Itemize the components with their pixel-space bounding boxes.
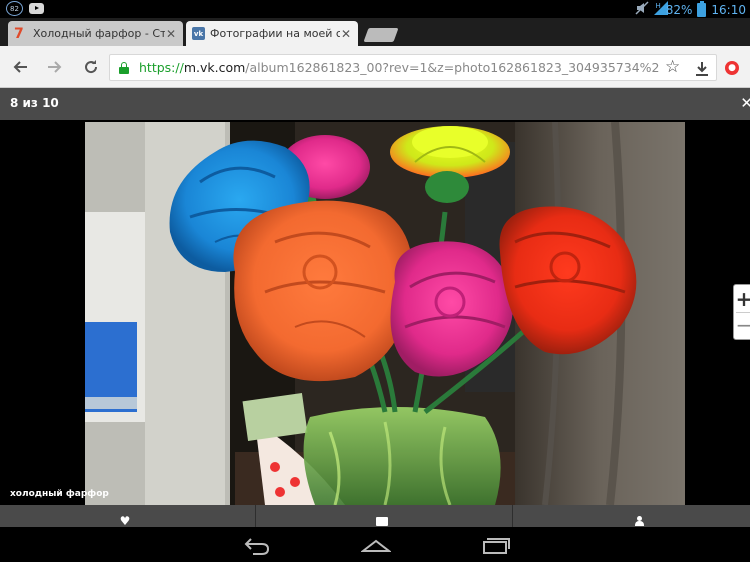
- url-text[interactable]: https://m.vk.com/album162861823_00?rev=1…: [139, 60, 659, 75]
- action-divider: [512, 505, 513, 527]
- android-nav-bar: [0, 527, 750, 562]
- battery-icon: [697, 0, 707, 17]
- comment-icon: [376, 517, 388, 526]
- system-back-icon[interactable]: [243, 535, 273, 555]
- zoom-in-button[interactable]: +: [734, 287, 750, 311]
- forward-arrow-icon[interactable]: [44, 56, 66, 78]
- clock: 16:10: [711, 2, 746, 17]
- site-7ya-favicon-icon: 7: [14, 25, 24, 42]
- photo-counter: 8 из 10: [10, 96, 59, 110]
- signal-type-label: H: [655, 1, 661, 10]
- browser-toolbar: https://m.vk.com/album162861823_00?rev=1…: [0, 46, 750, 88]
- url-path: /album162861823_00?rev=1&z=photo16286182…: [245, 60, 659, 75]
- photo-stage: холодный фарфор + −: [0, 120, 750, 505]
- notification-badge-icon: 82: [6, 1, 23, 16]
- url-host: m.vk.com: [183, 60, 246, 75]
- system-status-bar: 82 H 82% 16:10: [0, 0, 750, 18]
- address-bar[interactable]: https://m.vk.com/album162861823_00?rev=1…: [109, 54, 717, 81]
- action-divider: [255, 505, 256, 527]
- system-recent-apps-icon[interactable]: [481, 535, 511, 555]
- photo-viewer-header: 8 из 10 ✕: [0, 88, 750, 120]
- youtube-notification-icon: [29, 3, 44, 14]
- heart-icon: ♥: [119, 514, 131, 528]
- reload-icon[interactable]: [80, 56, 102, 78]
- tab-strip: 7 Холодный фарфор - Стран ✕ vk Фотографи…: [0, 18, 750, 46]
- tab-title: Фотографии на моей стене: [210, 27, 340, 40]
- back-arrow-icon[interactable]: [9, 56, 31, 78]
- battery-percent: 82%: [665, 2, 693, 17]
- tab-vk-photos[interactable]: vk Фотографии на моей стене ✕: [186, 21, 358, 46]
- zoom-out-button[interactable]: −: [734, 313, 750, 337]
- photo-image[interactable]: [85, 122, 685, 505]
- close-viewer-icon[interactable]: ✕: [740, 94, 750, 112]
- tab-kholodny-farfor[interactable]: 7 Холодный фарфор - Стран ✕: [8, 21, 183, 46]
- mute-icon: [635, 1, 649, 18]
- extension-icon[interactable]: ●: [725, 61, 739, 75]
- comment-button[interactable]: [257, 505, 507, 527]
- url-scheme: https://: [139, 60, 184, 75]
- flowers-photo: [85, 122, 685, 505]
- vk-favicon-icon: vk: [192, 27, 205, 40]
- bookmark-star-icon[interactable]: ☆: [665, 57, 680, 77]
- new-tab-button[interactable]: [363, 28, 399, 42]
- zoom-control: + −: [733, 284, 750, 340]
- photo-caption: холодный фарфор: [10, 489, 109, 499]
- close-tab-icon[interactable]: ✕: [165, 27, 177, 41]
- lock-icon: [119, 62, 129, 74]
- close-tab-icon[interactable]: ✕: [340, 27, 352, 41]
- photo-action-bar: ♥: [0, 505, 750, 527]
- tab-title: Холодный фарфор - Стран: [33, 27, 165, 40]
- like-button[interactable]: ♥: [0, 505, 250, 527]
- download-icon[interactable]: [695, 57, 709, 81]
- person-icon: [635, 516, 644, 526]
- tag-person-button[interactable]: [514, 505, 750, 527]
- system-home-icon[interactable]: [360, 535, 392, 555]
